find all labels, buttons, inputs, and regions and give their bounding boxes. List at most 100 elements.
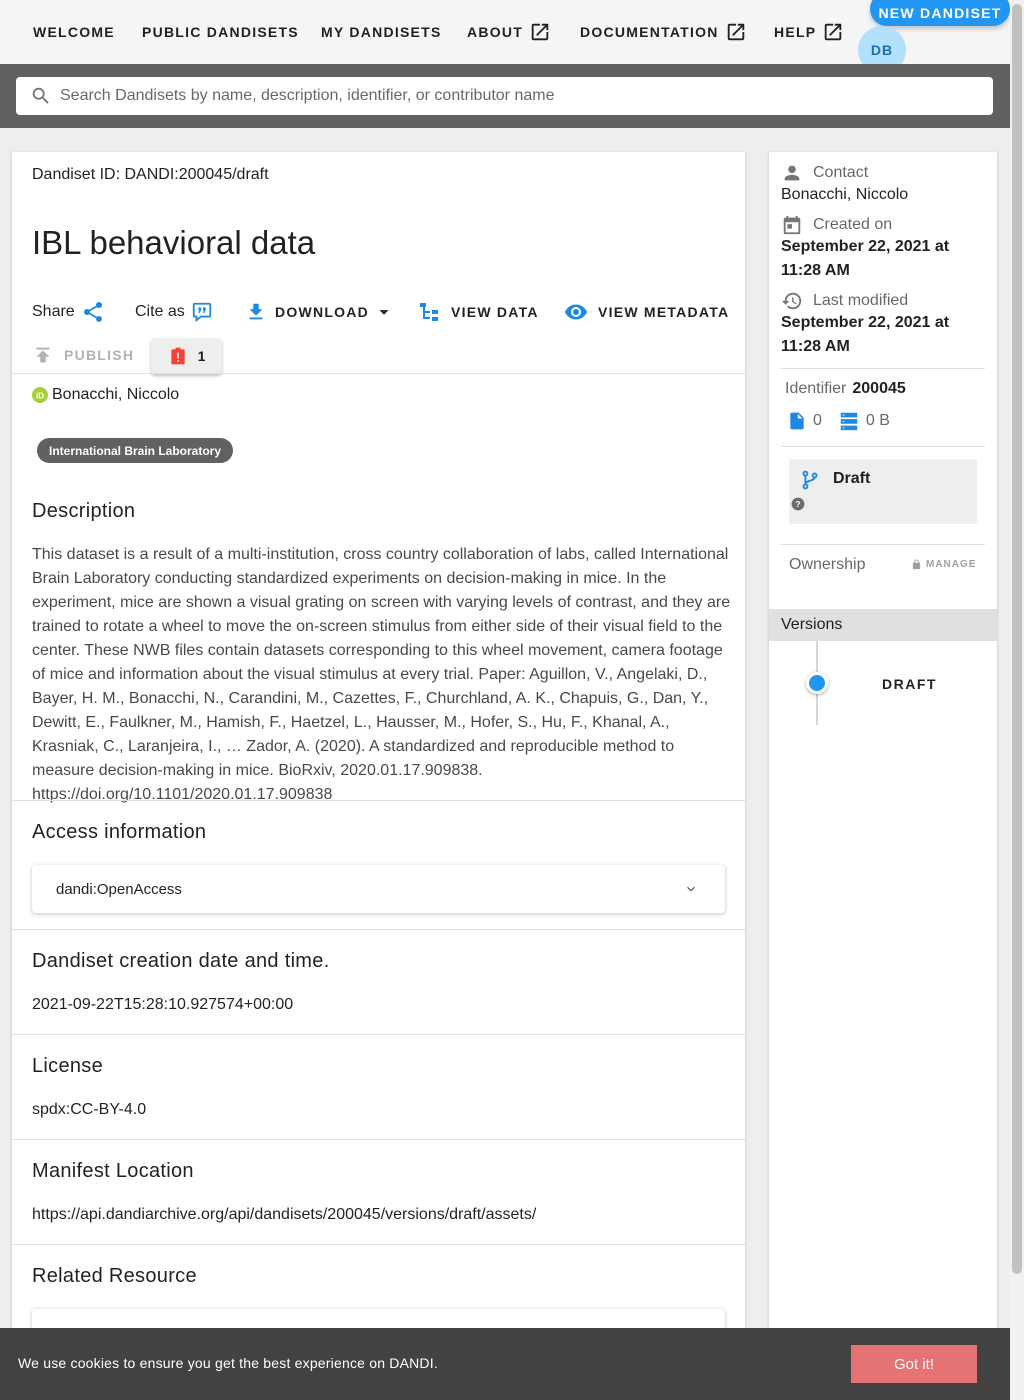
affiliation-chip: International Brain Laboratory <box>37 438 234 463</box>
external-link-icon <box>825 23 842 41</box>
divider <box>781 446 985 447</box>
modified-label: Last modified <box>781 290 908 312</box>
cite-label: Cite as <box>135 303 185 320</box>
nav-documentation-label: DOCUMENTATION <box>580 24 719 40</box>
contributor-name: Bonacchi, Niccolo <box>52 386 180 403</box>
cite-as-button[interactable]: Cite as <box>135 298 213 326</box>
nav-welcome-label: WELCOME <box>33 24 115 40</box>
identifier: Identifier 200045 <box>785 380 906 398</box>
download-button[interactable]: DOWNLOAD <box>245 298 395 326</box>
nav-my-dandisets[interactable]: MY DANDISETS <box>321 20 442 44</box>
file-icon <box>790 412 804 430</box>
versions-header: Versions <box>769 609 997 641</box>
share-button[interactable]: Share <box>32 298 105 326</box>
top-nav: WELCOME PUBLIC DANDISETS MY DANDISETS AB… <box>0 0 1010 74</box>
dandiset-id: Dandiset ID: DANDI:200045/draft <box>32 166 269 183</box>
svg-text:?: ? <box>796 500 801 509</box>
contact-label-text: Contact <box>813 164 869 181</box>
calendar-icon <box>783 215 801 235</box>
contributor: iD Bonacchi, Niccolo <box>32 386 179 404</box>
alert-icon <box>170 347 185 365</box>
view-metadata-label: VIEW METADATA <box>598 304 730 320</box>
manifest-value: https://api.dandiarchive.org/api/dandise… <box>32 1206 537 1223</box>
caret-down-icon <box>379 310 389 315</box>
cookie-accept-button[interactable]: Got it! <box>851 1345 977 1383</box>
scrollbar[interactable] <box>1010 0 1024 1400</box>
database-icon <box>840 412 858 431</box>
view-data-label: VIEW DATA <box>451 304 539 320</box>
nav-about-label: ABOUT <box>467 24 524 40</box>
divider <box>12 1244 745 1245</box>
publish-button[interactable]: PUBLISH <box>32 344 134 366</box>
error-count: 1 <box>197 348 206 364</box>
chevron-down-icon <box>687 886 695 892</box>
nav-about[interactable]: ABOUT <box>467 20 551 44</box>
view-data-button[interactable]: VIEW DATA <box>417 298 539 326</box>
publish-icon <box>36 347 50 363</box>
access-panel[interactable]: dandi:OpenAccess <box>32 865 725 913</box>
file-tree-icon <box>420 303 438 321</box>
nav-welcome[interactable]: WELCOME <box>33 20 115 44</box>
draft-label: Draft <box>833 470 871 487</box>
page-title: IBL behavioral data <box>32 224 316 261</box>
nav-documentation[interactable]: DOCUMENTATION <box>580 20 747 44</box>
stats: 0 0 B <box>787 410 890 432</box>
divider <box>781 544 985 545</box>
creation-title: Dandiset creation date and time. <box>32 950 330 972</box>
nav-help-label: HELP <box>774 24 817 40</box>
creation-value: 2021-09-22T15:28:10.927574+00:00 <box>32 996 294 1013</box>
orcid-icon[interactable]: iD <box>32 387 48 403</box>
nav-public-dandisets[interactable]: PUBLIC DANDISETS <box>142 20 299 44</box>
draft-status-box: Draft ? <box>789 459 977 524</box>
timeline-dot <box>806 672 828 694</box>
publish-label: PUBLISH <box>64 347 135 363</box>
created-value: September 22, 2021 at 11:28 AM <box>781 238 950 279</box>
external-link-icon <box>531 23 549 41</box>
version-draft[interactable]: DRAFT <box>882 676 937 692</box>
created-label-text: Created on <box>813 216 893 233</box>
search-input[interactable] <box>60 87 960 105</box>
total-size: 0 B <box>865 412 890 429</box>
divider <box>12 929 745 930</box>
validation-errors-button[interactable]: 1 <box>151 338 222 374</box>
contact-value: Bonacchi, Niccolo <box>781 186 909 203</box>
cookie-banner: We use cookies to ensure you get the bes… <box>0 1328 1010 1400</box>
scrollbar-thumb[interactable] <box>1012 4 1022 1274</box>
search-field[interactable] <box>16 77 993 115</box>
download-icon <box>249 303 263 320</box>
divider <box>12 1139 745 1140</box>
divider <box>12 1034 745 1035</box>
divider <box>12 373 745 374</box>
divider <box>781 368 985 369</box>
contact-label: Contact <box>781 162 868 184</box>
history-icon <box>781 292 802 310</box>
identifier-label: Identifier <box>785 380 847 397</box>
identifier-value: 200045 <box>852 380 906 397</box>
dandiset-side-card: Contact Bonacchi, Niccolo Created on Sep… <box>769 152 997 1400</box>
nav-help[interactable]: HELP <box>774 20 844 44</box>
eye-icon <box>565 304 587 320</box>
new-dandiset-button[interactable]: NEW DANDISET <box>870 0 1010 26</box>
lock-icon <box>912 559 921 570</box>
divider <box>12 800 745 801</box>
license-value: spdx:CC-BY-4.0 <box>32 1101 147 1118</box>
share-label: Share <box>32 303 75 320</box>
modified-value: September 22, 2021 at 11:28 AM <box>781 314 950 355</box>
description-text: This dataset is a result of a multi-inst… <box>32 546 731 803</box>
manifest-title: Manifest Location <box>32 1160 194 1182</box>
search-icon <box>32 87 49 104</box>
nav-my-dandisets-label: MY DANDISETS <box>321 24 442 40</box>
description-title: Description <box>32 500 136 522</box>
help-circle-icon[interactable]: ? <box>791 497 805 511</box>
manage-button[interactable]: MANAGE <box>911 559 976 570</box>
external-link-icon <box>727 23 744 41</box>
access-value: dandi:OpenAccess <box>56 880 182 898</box>
branch-icon <box>802 470 818 490</box>
license-title: License <box>32 1055 104 1077</box>
view-metadata-button[interactable]: VIEW METADATA <box>564 298 729 326</box>
person-icon <box>784 165 800 181</box>
share-icon <box>83 301 102 322</box>
svg-text:iD: iD <box>36 392 44 401</box>
created-label: Created on <box>781 214 892 236</box>
related-title: Related Resource <box>32 1265 197 1287</box>
